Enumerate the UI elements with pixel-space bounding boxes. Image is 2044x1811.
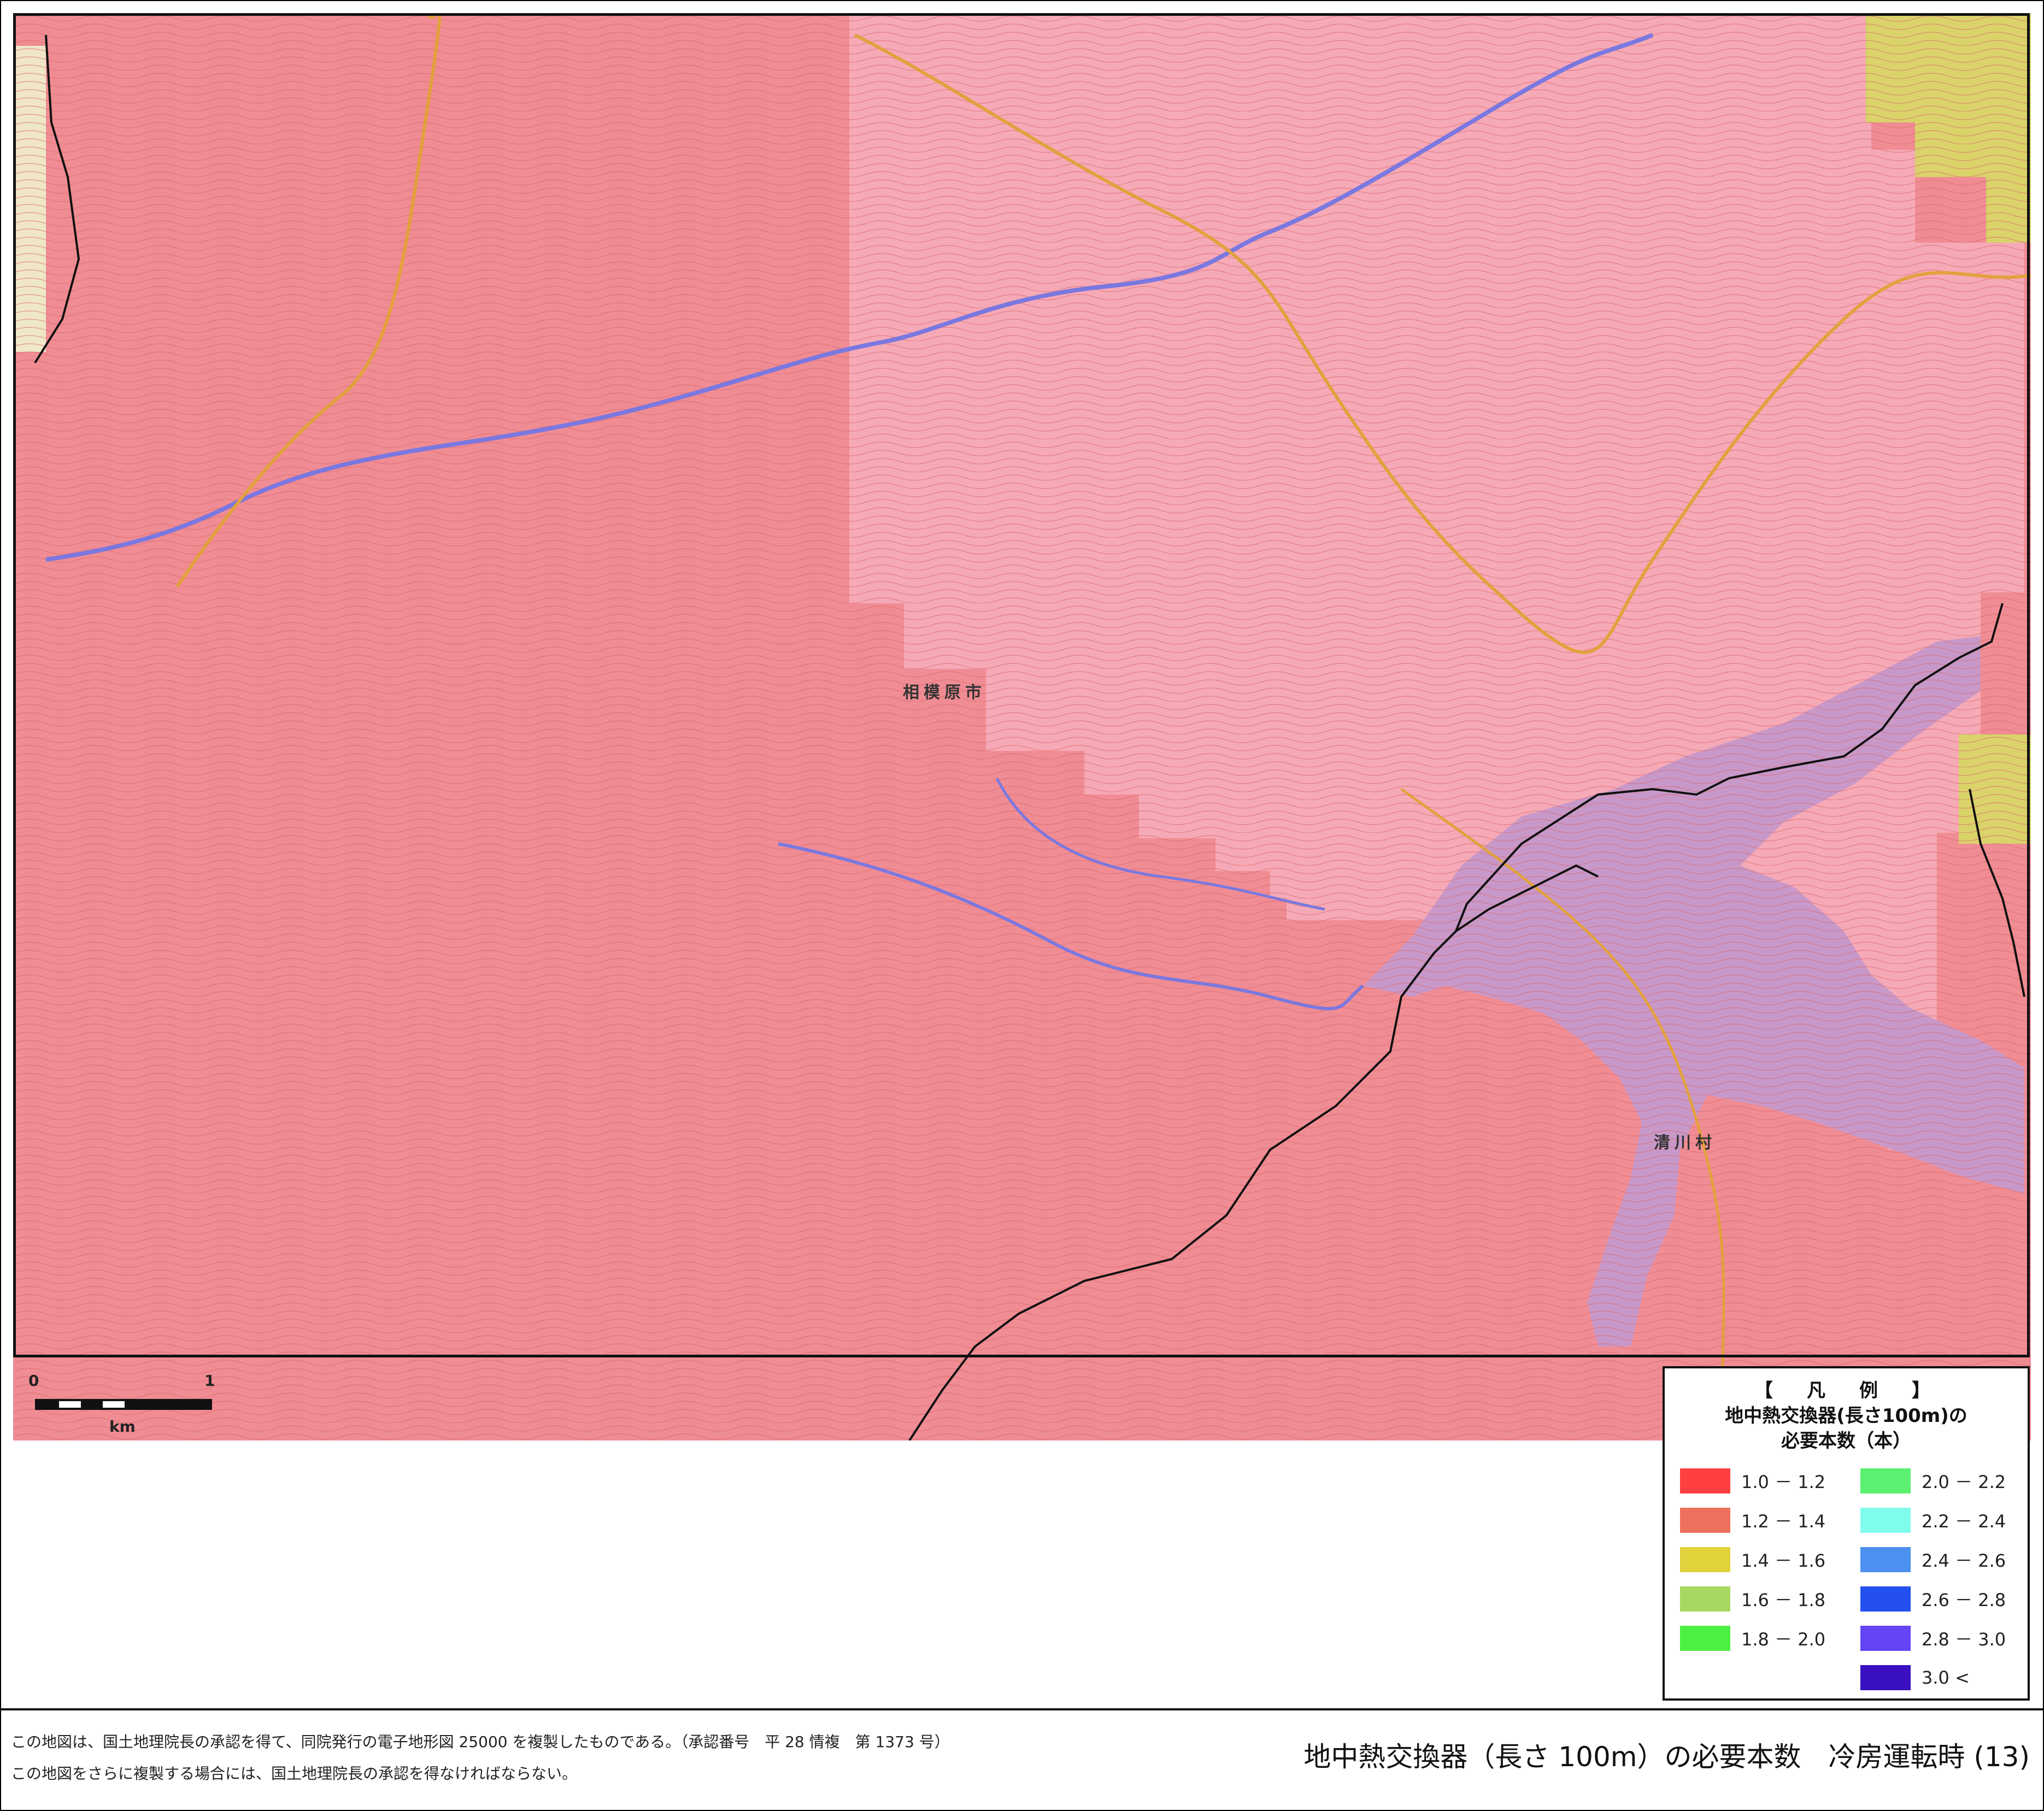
legend-title-line1: 地中熱交換器(長さ100m)の — [1725, 1405, 1967, 1427]
legend-item: 2.8 － 3.0 — [1860, 1625, 2006, 1651]
legend-range: 1.4 － 1.6 — [1741, 1550, 1826, 1571]
legend: 【 凡 例 】 地中熱交換器(長さ100m)の 必要本数（本） 1.0 － 1.… — [1663, 1366, 2030, 1701]
place-label-kiyokawa: 清川村 — [1654, 1133, 1716, 1153]
scale-bar: 0 1 km — [13, 1361, 243, 1443]
place-label-sagamihara: 相模原市 — [903, 683, 986, 702]
legend-item: 2.4 － 2.6 — [1860, 1547, 2006, 1573]
legend-item: 3.0 < — [1860, 1665, 1970, 1691]
legend-swatch — [1680, 1626, 1730, 1651]
legend-item: 1.6 － 1.8 — [1680, 1586, 1825, 1612]
map-title: 地中熱交換器（長さ 100m）の必要本数 冷房運転時 (13) — [1303, 1741, 2030, 1773]
legend-title-line2: 必要本数（本） — [1781, 1430, 1911, 1452]
legend-swatch — [1860, 1547, 1911, 1572]
legend-swatch — [1860, 1586, 1911, 1612]
legend-range: 1.6 － 1.8 — [1741, 1590, 1826, 1610]
legend-item: 1.2 － 1.4 — [1680, 1507, 1825, 1533]
legend-range: 2.0 － 2.2 — [1922, 1472, 2006, 1492]
legend-swatch — [1860, 1508, 1911, 1533]
legend-swatch — [1860, 1626, 1911, 1651]
legend-swatch — [1860, 1665, 1911, 1690]
legend-swatch — [1680, 1547, 1730, 1572]
legend-range: 1.0 － 1.2 — [1741, 1472, 1826, 1492]
legend-range: 2.6 － 2.8 — [1922, 1590, 2006, 1610]
legend-item: 1.8 － 2.0 — [1680, 1625, 1825, 1651]
map-canvas[interactable]: 相模原市 清川村 — [13, 13, 2031, 1440]
footer-divider — [0, 1708, 2044, 1710]
legend-item: 2.2 － 2.4 — [1860, 1507, 2006, 1533]
legend-range: 2.8 － 3.0 — [1922, 1629, 2006, 1650]
scale-end-label: 1 — [204, 1372, 215, 1390]
copyright-note-line1: この地図は、国土地理院長の承認を得て、同院発行の電子地形図 25000 を複製し… — [11, 1733, 950, 1751]
legend-range: 2.4 － 2.6 — [1922, 1550, 2006, 1571]
legend-swatch — [1680, 1508, 1730, 1533]
contour-texture — [13, 13, 2031, 1440]
map-graphic — [13, 13, 2031, 1440]
legend-header-block: 【 凡 例 】 地中熱交換器(長さ100m)の 必要本数（本） — [1665, 1378, 2028, 1454]
scale-start-label: 0 — [28, 1372, 39, 1390]
legend-item: 2.0 － 2.2 — [1860, 1468, 2006, 1494]
legend-item: 2.6 － 2.8 — [1860, 1586, 2006, 1612]
legend-item: 1.0 － 1.2 — [1680, 1468, 1825, 1494]
legend-range: 1.8 － 2.0 — [1741, 1629, 1826, 1650]
legend-item: 1.4 － 1.6 — [1680, 1547, 1825, 1573]
legend-range: 1.2 － 1.4 — [1741, 1511, 1826, 1532]
legend-range: 3.0 < — [1922, 1667, 1970, 1688]
scale-bar-graphic — [35, 1399, 212, 1410]
legend-swatch — [1680, 1468, 1730, 1494]
legend-swatch — [1860, 1468, 1911, 1494]
legend-header: 【 凡 例 】 — [1754, 1380, 1938, 1402]
legend-range: 2.2 － 2.4 — [1922, 1511, 2006, 1532]
legend-swatch — [1680, 1586, 1730, 1612]
copyright-note-line2: この地図をさらに複製する場合には、国土地理院長の承認を得なければならない。 — [11, 1765, 578, 1783]
scale-unit-label: km — [109, 1418, 136, 1436]
